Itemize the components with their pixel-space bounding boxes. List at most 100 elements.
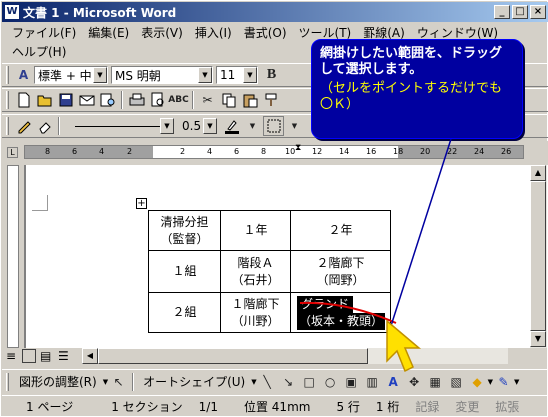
toolbar-grip[interactable] — [6, 117, 9, 135]
table-cell[interactable]: ２階廊下 （岡野） — [290, 250, 391, 293]
draw-adjust-menu[interactable]: 図形の調整(R) — [13, 373, 103, 390]
indent-marker-icon[interactable]: ⧗ — [295, 143, 301, 153]
eraser-icon[interactable] — [34, 116, 55, 136]
vertical-scrollbar[interactable]: ▲ ▼ — [530, 165, 547, 348]
select-pointer-icon[interactable]: ↖ — [108, 372, 129, 392]
font-size-combo[interactable]: 11 ▼ — [216, 66, 258, 84]
ruler-number: 14 — [339, 147, 350, 156]
print-preview-icon[interactable] — [147, 90, 168, 110]
paste-icon[interactable] — [239, 90, 260, 110]
new-document-icon[interactable] — [13, 90, 34, 110]
table-cell[interactable]: １階廊下 （川野） — [220, 292, 291, 333]
font-combo[interactable]: MS 明朝 ▼ — [111, 66, 213, 84]
cell-text: （岡野） — [316, 272, 365, 287]
textbox-tool-icon[interactable]: ▣ — [341, 372, 362, 392]
scroll-up-icon[interactable]: ▲ — [530, 165, 546, 181]
line-style-combo[interactable]: ▼ — [63, 117, 175, 135]
pencil-icon[interactable] — [13, 116, 34, 136]
horizontal-scroll-thumb[interactable] — [98, 348, 368, 364]
spellcheck-icon[interactable]: ABC — [168, 90, 189, 110]
chevron-down-icon[interactable]: ▼ — [242, 116, 263, 136]
picture-icon[interactable]: ▧ — [446, 372, 467, 392]
line-color-icon[interactable]: ✎ — [493, 372, 514, 392]
chevron-down-icon[interactable]: ▼ — [514, 378, 519, 386]
scroll-thumb[interactable] — [530, 181, 546, 331]
font-value: MS 明朝 — [115, 68, 161, 83]
status-extend[interactable]: 拡張 — [487, 398, 527, 415]
ruler-number: 6 — [234, 147, 240, 156]
chevron-down-icon[interactable]: ▼ — [203, 118, 217, 134]
window-title: 文書 1 - Microsoft Word — [23, 5, 177, 20]
menu-insert[interactable]: 挿入(I) — [189, 24, 238, 41]
ruler-number: 6 — [72, 147, 78, 156]
ruler-number: 10 — [285, 147, 296, 156]
table-cell[interactable]: １年 — [220, 210, 291, 251]
chevron-down-icon[interactable]: ▼ — [243, 67, 257, 83]
instruction-callout: 網掛けしたい範囲を、ドラッグして選択します。 （セルをポイントするだけでも〇Ｋ） — [311, 39, 523, 139]
menu-help[interactable]: ヘルプ(H) — [6, 43, 72, 60]
arrow-tool-icon[interactable]: ↘ — [278, 372, 299, 392]
open-folder-icon[interactable] — [34, 90, 55, 110]
chevron-down-icon[interactable]: ▼ — [160, 118, 174, 134]
table-cell[interactable]: ２年 — [290, 210, 391, 251]
normal-view-icon[interactable]: ≡ — [6, 349, 16, 363]
fill-color-icon[interactable]: ◆ — [467, 372, 488, 392]
search-icon[interactable] — [97, 90, 118, 110]
borders-icon[interactable] — [263, 116, 284, 136]
style-combo[interactable]: 標準 + 中 ▼ — [34, 66, 108, 84]
toolbar-grip[interactable] — [6, 372, 9, 391]
separator — [121, 91, 123, 109]
bold-button[interactable]: B — [261, 65, 282, 85]
vertical-ruler-strip — [7, 165, 19, 348]
cut-icon[interactable]: ✂ — [197, 90, 218, 110]
copy-icon[interactable] — [218, 90, 239, 110]
maximize-button[interactable]: □ — [512, 5, 528, 19]
table-cell[interactable]: 清掃分担 （監督） — [148, 210, 221, 251]
vertical-ruler[interactable] — [2, 165, 24, 348]
chevron-down-icon[interactable]: ▼ — [93, 67, 107, 83]
oval-tool-icon[interactable]: ○ — [320, 372, 341, 392]
toolbar-grip[interactable] — [6, 91, 9, 109]
menu-view[interactable]: 表示(V) — [135, 24, 189, 41]
tab-selector[interactable]: L — [7, 147, 18, 158]
table-cell[interactable]: ２組 — [148, 292, 221, 333]
vertical-textbox-icon[interactable]: ▥ — [362, 372, 383, 392]
print-layout-view-icon[interactable]: ▤ — [40, 349, 51, 363]
scroll-down-icon[interactable]: ▼ — [530, 331, 546, 347]
outline-view-icon[interactable]: ☰ — [58, 349, 69, 363]
menu-file[interactable]: ファイル(F) — [6, 24, 82, 41]
save-icon[interactable] — [55, 90, 76, 110]
ruler-number: 4 — [99, 147, 105, 156]
scroll-left-icon[interactable]: ◀ — [82, 348, 98, 364]
autoshape-menu[interactable]: オートシェイプ(U) — [137, 373, 251, 390]
ruler-number: 8 — [45, 147, 51, 156]
status-page: 1 ページ — [26, 400, 74, 414]
line-weight-combo[interactable]: 0.5 ▼ — [178, 117, 218, 135]
format-painter-icon[interactable] — [260, 90, 281, 110]
print-icon[interactable] — [126, 90, 147, 110]
margin-corner-mark — [32, 195, 48, 211]
toolbar-grip[interactable] — [6, 66, 9, 84]
minimize-button[interactable]: _ — [494, 5, 510, 19]
style-value: 標準 + 中 — [38, 68, 92, 83]
cell-text: （石井） — [231, 272, 280, 287]
chevron-down-icon[interactable]: ▼ — [198, 67, 212, 83]
table-move-handle-icon[interactable]: + — [136, 198, 147, 209]
mail-icon[interactable] — [76, 90, 97, 110]
callout-note-text: （セルをポイントするだけでも〇Ｋ） — [320, 81, 503, 112]
status-track-changes[interactable]: 変更 — [447, 398, 487, 415]
close-button[interactable]: × — [530, 5, 546, 19]
status-record[interactable]: 記録 — [407, 398, 447, 415]
menu-edit[interactable]: 編集(E) — [82, 24, 135, 41]
chevron-down-icon[interactable]: ▼ — [284, 116, 305, 136]
table-cell[interactable]: 階段Ａ （石井） — [220, 250, 291, 293]
table-cell[interactable]: １組 — [148, 250, 221, 293]
rectangle-tool-icon[interactable]: □ — [299, 372, 320, 392]
cell-text: １階廊下 — [231, 296, 280, 311]
menu-format[interactable]: 書式(O) — [238, 24, 293, 41]
border-color-icon[interactable] — [221, 116, 242, 136]
ruler-number: 12 — [312, 147, 323, 156]
line-weight-value: 0.5 — [182, 119, 202, 133]
line-tool-icon[interactable]: ╲ — [257, 372, 278, 392]
web-layout-view-icon[interactable] — [22, 349, 36, 363]
